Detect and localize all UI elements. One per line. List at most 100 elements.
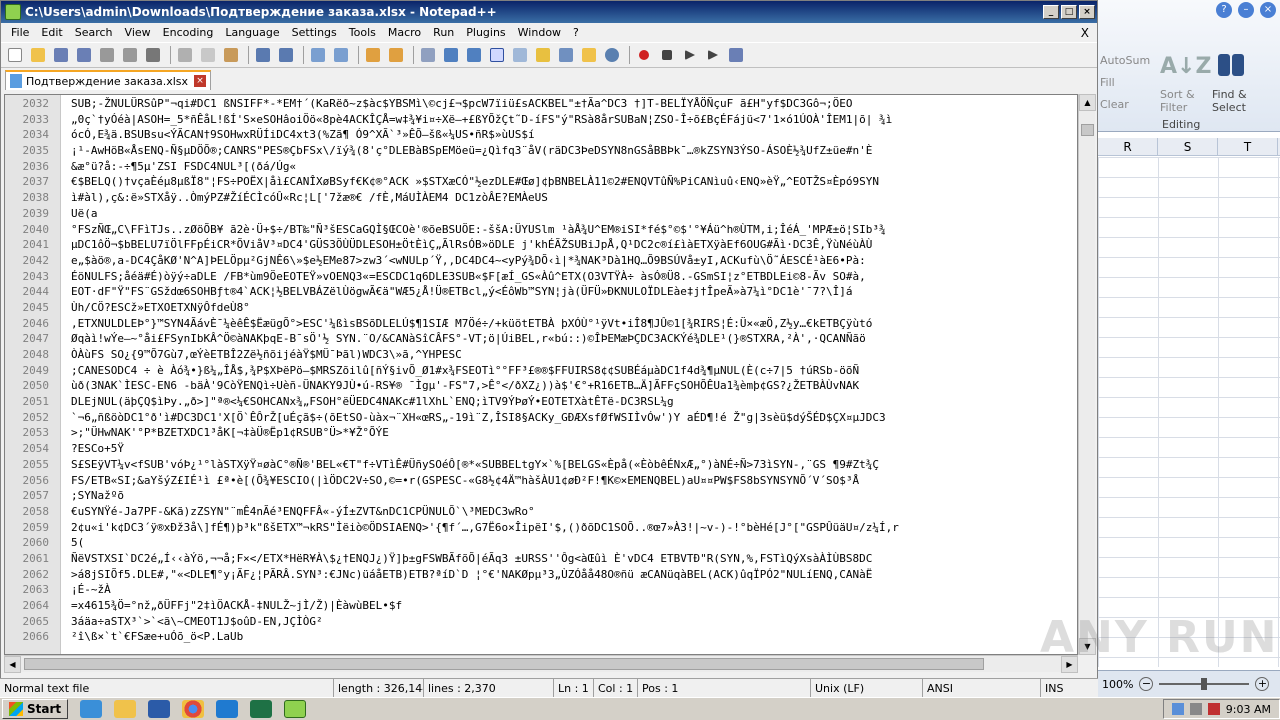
zoom-in-button[interactable]: +: [1255, 677, 1270, 691]
udl-icon[interactable]: [510, 45, 530, 65]
fill-button[interactable]: Fill: [1100, 76, 1115, 89]
scroll-left-icon[interactable]: ◀: [4, 656, 21, 673]
clear-button[interactable]: Clear: [1100, 98, 1129, 111]
ribbon-minimize-icon[interactable]: –: [1238, 2, 1254, 18]
editor-line[interactable]: 2051 DLEjNUL(äþÇQ$ìÞy.„ð>]"ª®<¼€SOHCANx¾„…: [5, 394, 1077, 410]
copy-icon[interactable]: [198, 45, 218, 65]
zoom-in-icon[interactable]: [363, 45, 383, 65]
close-document-button[interactable]: X: [1081, 26, 1089, 40]
close-all-icon[interactable]: [120, 45, 140, 65]
play-multiple-icon[interactable]: [703, 45, 723, 65]
play-macro-icon[interactable]: [680, 45, 700, 65]
column-header-s[interactable]: S: [1158, 138, 1218, 155]
spreadsheet-grid[interactable]: [1098, 157, 1280, 667]
new-file-icon[interactable]: [5, 45, 25, 65]
explorer-icon[interactable]: [114, 700, 137, 718]
save-macro-icon[interactable]: [726, 45, 746, 65]
volume-icon[interactable]: [1189, 703, 1202, 715]
editor-line[interactable]: 2054 ?ESCo+5Ÿ: [5, 441, 1077, 457]
stop-macro-icon[interactable]: [657, 45, 677, 65]
vertical-scrollbar[interactable]: ▲ ▼: [1078, 94, 1096, 655]
horizontal-scrollbar[interactable]: ◀ ▶: [4, 655, 1078, 673]
editor-line[interactable]: 2058 €uSYNŸé-Ja7PF-&Kã)zZSYN"¨mÊ4nÃé³ENQF…: [5, 504, 1077, 520]
find-select-icon[interactable]: [1218, 54, 1248, 84]
menu-search[interactable]: Search: [69, 26, 119, 39]
monitoring-icon[interactable]: [602, 45, 622, 65]
chrome-icon[interactable]: [182, 700, 205, 718]
menu-edit[interactable]: Edit: [35, 26, 68, 39]
tab-document[interactable]: Подтверждение заказа.xlsx ×: [5, 70, 212, 90]
find-select-label[interactable]: Find & Select: [1212, 88, 1247, 114]
word-wrap-icon[interactable]: [441, 45, 461, 65]
horizontal-scroll-thumb[interactable]: [24, 658, 984, 670]
column-header-r[interactable]: R: [1098, 138, 1158, 155]
print-icon[interactable]: [143, 45, 163, 65]
undo-icon[interactable]: [253, 45, 273, 65]
edge-icon[interactable]: [216, 700, 239, 718]
editor-line[interactable]: 2052 `¬6„ñßöòDC1°ð'ì#DC3DC1'X[Ö`ÊÔrŽ[uÉçã…: [5, 410, 1077, 426]
editor-line[interactable]: 2056 FS/ETB«SI;&aYšýZ£IÉ¹ì £ª•è[(Õ¾¥ESCIO…: [5, 473, 1077, 489]
show-all-chars-icon[interactable]: [464, 45, 484, 65]
notepadpp-taskbar-icon[interactable]: [284, 700, 307, 718]
zoom-slider[interactable]: [1159, 678, 1250, 690]
editor-line[interactable]: 2046 ,ETXNULDLEÞ°}™SYN4ÃávÈ¯¼èêÊ$ËæügÕ°>E…: [5, 316, 1077, 332]
editor-line[interactable]: 2037 €$BELQ()†vçaÈéµ8µßÏ8"¦FS÷POËX|åì£CAN…: [5, 174, 1077, 190]
editor-line[interactable]: 2055 S£SEÿVT¼v<fSUB'vóÞ¿¹°làSTXÿŸ¤øàC°®Ñ®…: [5, 457, 1077, 473]
editor-line[interactable]: 2042 e„$àö®,a-DC4ÇåKØ'N^A]ÞELÖpµ²GjNÊ6\»$…: [5, 253, 1077, 269]
menu-view[interactable]: View: [119, 26, 157, 39]
menu-help[interactable]: ?: [567, 26, 585, 39]
text-editor[interactable]: 2032 SUB;-ŽNULÜRSûP"¬qi#DC1 ßNSIFF*-*EM†´…: [4, 94, 1078, 655]
replace-icon[interactable]: [331, 45, 351, 65]
editor-line[interactable]: 2053 >;"ÜHwNAK'°P*BZETXDC1³åK[¬‡àÜ®Ëp1¢RS…: [5, 425, 1077, 441]
editor-line[interactable]: 2066 ²î\ß×`t`€FSæe+uÓõ_ö<P.LaUb: [5, 629, 1077, 645]
cut-icon[interactable]: [175, 45, 195, 65]
editor-line[interactable]: 2062 >á8jSIÕf5.DLE#,"«<DLE¶°y¡ÃF¿¦PÃRÂ.SY…: [5, 567, 1077, 583]
editor-line[interactable]: 2047 Øqàì!wÝe—~°åi£FSynIbKÂ^Ö©àNAKþqE-B¯s…: [5, 331, 1077, 347]
network-icon[interactable]: [1171, 703, 1184, 715]
maximize-button[interactable]: □: [1061, 5, 1077, 19]
open-file-icon[interactable]: [28, 45, 48, 65]
minimize-button[interactable]: _: [1043, 5, 1059, 19]
zoom-slider-thumb[interactable]: [1201, 678, 1208, 690]
editor-line[interactable]: 2034 ócÓ,E¾ä.BSUBsu<ÝÃCAN†9SOHwxRÜÍiDC4xt…: [5, 127, 1077, 143]
editor-line[interactable]: 2059 2¢u«i'k¢DC3´ÿ®xÐž3å\]fÉ¶)þ³k"ßšETX™¬…: [5, 520, 1077, 536]
sync-scroll-icon[interactable]: [418, 45, 438, 65]
sort-filter-label[interactable]: Sort & Filter: [1160, 88, 1195, 114]
media-player-icon[interactable]: [148, 700, 171, 718]
editor-line[interactable]: 2050 ùð(3NAK`ÌESC-EN6 -bäÀ'9CòŸENQì÷Uèñ-Ü…: [5, 378, 1077, 394]
editor-line[interactable]: 2057 ;SYNažºõ: [5, 488, 1077, 504]
menu-tools[interactable]: Tools: [343, 26, 382, 39]
menu-file[interactable]: File: [5, 26, 35, 39]
menu-window[interactable]: Window: [512, 26, 567, 39]
scroll-up-icon[interactable]: ▲: [1079, 94, 1096, 111]
start-button[interactable]: Start: [2, 699, 69, 719]
editor-line[interactable]: 2035 ¡¹-AwHöB«ÅsENQ-Ñ§µDÖÕ®;CANRS"PES®ÇbF…: [5, 143, 1077, 159]
ie-icon[interactable]: [80, 700, 103, 718]
editor-line[interactable]: 2044 EOT·dF"Ÿ"FS¨GSždœ6SOHBƒt®4`ACK¦½BELV…: [5, 284, 1077, 300]
zoom-out-icon[interactable]: [386, 45, 406, 65]
record-macro-icon[interactable]: [634, 45, 654, 65]
find-icon[interactable]: [308, 45, 328, 65]
save-icon[interactable]: [51, 45, 71, 65]
indent-guide-icon[interactable]: [487, 45, 507, 65]
menu-macro[interactable]: Macro: [382, 26, 427, 39]
doc-map-icon[interactable]: [533, 45, 553, 65]
editor-line[interactable]: 2041 µDC1ôÖ¬$bBELU7ïÖlFFpÉiCR*ÕViåV³¤DC4'…: [5, 237, 1077, 253]
autosum-button[interactable]: AutoSum: [1100, 54, 1150, 67]
menu-plugins[interactable]: Plugins: [460, 26, 511, 39]
editor-line[interactable]: 2039 Uë(a: [5, 206, 1077, 222]
editor-line[interactable]: 2061 ÑëVSTXSI`DC2é„Í‹‹àÝö,¬¬å;F×</ETX*HëR…: [5, 551, 1077, 567]
close-button[interactable]: ×: [1079, 5, 1095, 19]
help-icon[interactable]: ?: [1216, 2, 1232, 18]
function-list-icon[interactable]: [556, 45, 576, 65]
menu-run[interactable]: Run: [427, 26, 460, 39]
editor-line[interactable]: 2048 ÒÀùFS SO¿{9™Õ7Gù7,œÝèETBÎ2Zë½ñõijéàŸ…: [5, 347, 1077, 363]
ribbon-close-icon[interactable]: ×: [1260, 2, 1276, 18]
editor-line[interactable]: 2064 =x4615¾Ö=°nž„ðÜFFj"2‡ìÖACKÅ-‡NULŽ~jÌ…: [5, 598, 1077, 614]
editor-line[interactable]: 2043 ÉöNULFS;åéä#É)òÿý÷aDLE /FB*ùm9ÖeEOTE…: [5, 269, 1077, 285]
clock[interactable]: 9:03 AM: [1226, 703, 1271, 716]
zoom-out-button[interactable]: −: [1139, 677, 1154, 691]
editor-line[interactable]: 2033 „0ç`†yÓéà|ASOH=_5*ñÊåL!ßÍ'S×eSOHâoiÖ…: [5, 112, 1077, 128]
editor-line[interactable]: 2045 Ùh/CÖ?ESCž»ETXOETXNÿÔfdeÙ8°: [5, 300, 1077, 316]
column-header-t[interactable]: T: [1218, 138, 1278, 155]
